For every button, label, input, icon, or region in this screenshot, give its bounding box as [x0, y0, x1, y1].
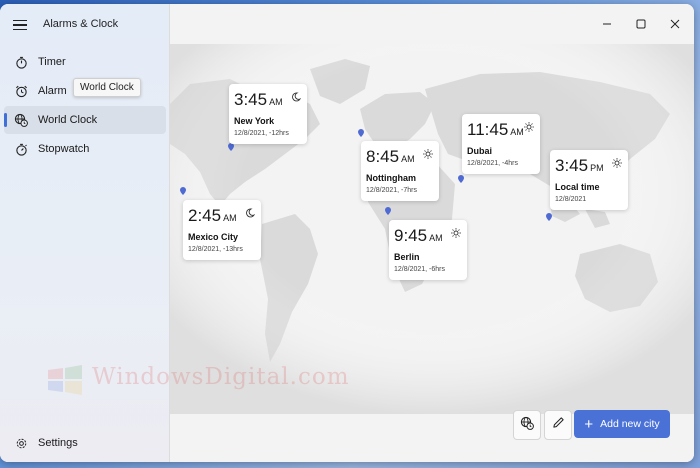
clock-ampm: AM [223, 213, 237, 223]
clock-ampm: PM [590, 163, 604, 173]
clock-time: 11:45 [467, 120, 509, 139]
clock-ampm: AM [269, 97, 283, 107]
timer-icon [14, 55, 28, 69]
moon-icon [291, 89, 302, 102]
stopwatch-icon [14, 142, 28, 156]
clock-card-berlin[interactable]: 9:45 AM Berlin 12/8/2021, -6hrs [389, 220, 467, 280]
clock-city: Mexico City [188, 232, 239, 242]
clock-meta: 12/8/2021, -4hrs [467, 160, 518, 167]
add-new-city-label: Add new city [600, 418, 660, 430]
clock-city: Berlin [394, 252, 420, 262]
globe-clock-icon [14, 113, 28, 127]
sidebar-item-stopwatch[interactable]: Stopwatch [4, 135, 166, 163]
sidebar-item-label: Alarm [38, 85, 67, 97]
app-title: Alarms & Clock [43, 18, 119, 30]
sidebar-item-label: World Clock [38, 114, 98, 126]
clock-time: 3:45 [234, 90, 268, 109]
gear-icon [14, 436, 28, 450]
add-new-city-button[interactable]: + Add new city [574, 410, 670, 438]
minimize-button[interactable] [592, 12, 622, 36]
sun-icon [451, 225, 461, 238]
main-content: 3:45 AM New York 12/8/2021, -12hrs 2:45 AM… [170, 4, 694, 462]
globe-clock-icon [520, 416, 534, 435]
edit-button[interactable] [544, 410, 572, 440]
tooltip: World Clock [73, 78, 141, 97]
clock-ampm: AM [401, 154, 415, 164]
sidebar-item-settings[interactable]: Settings [4, 429, 166, 457]
clock-meta: 12/8/2021, -6hrs [394, 266, 445, 273]
sidebar-item-label: Timer [38, 56, 66, 68]
alarm-clock-icon [14, 84, 28, 98]
plus-icon: + [584, 415, 594, 433]
sidebar-item-label: Stopwatch [38, 143, 90, 155]
clock-time: 8:45 [366, 147, 400, 166]
settings-label: Settings [38, 437, 78, 449]
watermark-text: WindowsDigital.com [92, 364, 350, 390]
clock-card-nottingham[interactable]: 8:45 AM Nottingham 12/8/2021, -7hrs [361, 141, 439, 201]
clock-card-mexico-city[interactable]: 2:45 AM Mexico City 12/8/2021, -13hrs [183, 200, 261, 260]
clock-meta: 12/8/2021, -12hrs [234, 130, 289, 137]
clock-card-new-york[interactable]: 3:45 AM New York 12/8/2021, -12hrs [229, 84, 307, 144]
maximize-button[interactable] [626, 12, 656, 36]
pencil-icon [552, 416, 565, 434]
clock-ampm: AM [429, 233, 443, 243]
clock-ampm: AM [510, 127, 524, 137]
sidebar-item-world-clock[interactable]: World Clock [4, 106, 166, 134]
clock-time: 2:45 [188, 206, 222, 225]
clock-city: Local time [555, 182, 600, 192]
moon-icon [245, 205, 256, 218]
clock-city: Dubai [467, 146, 493, 156]
sidebar: Alarms & Clock Timer Alarm World Clock S… [0, 4, 170, 462]
clock-card-local-time[interactable]: 3:45 PM Local time 12/8/2021 [550, 150, 628, 210]
clock-meta: 12/8/2021, -13hrs [188, 246, 243, 253]
app-window: Alarms & Clock Timer Alarm World Clock S… [0, 4, 694, 462]
clock-city: Nottingham [366, 173, 416, 183]
close-button[interactable] [660, 12, 690, 36]
clock-meta: 12/8/2021, -7hrs [366, 187, 417, 194]
clock-card-dubai[interactable]: 11:45 AM Dubai 12/8/2021, -4hrs [462, 114, 540, 174]
clock-meta: 12/8/2021 [555, 196, 587, 203]
clock-time: 9:45 [394, 226, 428, 245]
clock-city: New York [234, 116, 275, 126]
sun-icon [612, 155, 622, 168]
clock-time: 3:45 [555, 156, 589, 175]
menu-icon[interactable] [11, 16, 29, 34]
sun-icon [524, 119, 534, 132]
compare-clocks-button[interactable] [513, 410, 541, 440]
watermark-logo [48, 365, 82, 395]
sun-icon [423, 146, 433, 159]
sidebar-item-timer[interactable]: Timer [4, 48, 166, 76]
